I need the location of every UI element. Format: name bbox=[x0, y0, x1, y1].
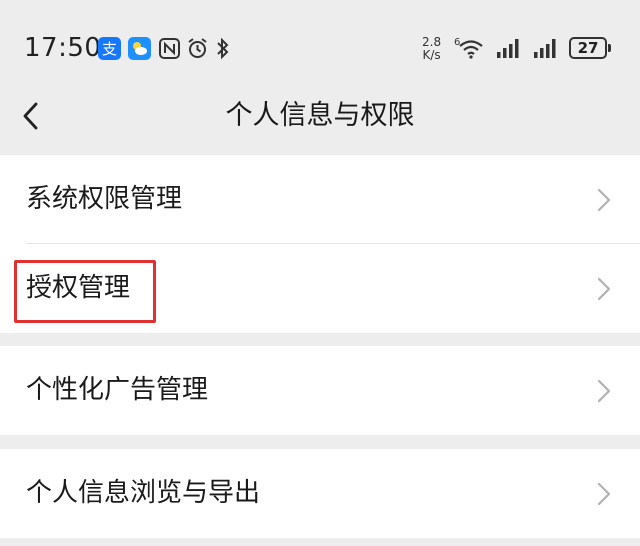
settings-group-permissions: 系统权限管理 授权管理 bbox=[0, 155, 640, 333]
svg-text:6: 6 bbox=[454, 37, 460, 48]
list-item-authorization[interactable]: 授权管理 bbox=[0, 244, 640, 333]
list-item-label: 个性化广告管理 bbox=[26, 375, 209, 405]
network-speed: 2.8 K/s bbox=[422, 36, 441, 62]
chevron-right-icon bbox=[597, 379, 611, 403]
list-item-label: 个人信息浏览与导出 bbox=[26, 478, 261, 508]
nav-bar: 个人信息与权限 bbox=[0, 96, 640, 154]
list-item-info-export[interactable]: 个人信息浏览与导出 bbox=[0, 449, 640, 538]
signal-icon bbox=[533, 38, 559, 62]
svg-text:支: 支 bbox=[102, 40, 117, 58]
status-time: 17:50 bbox=[24, 33, 102, 63]
list-item-label: 授权管理 bbox=[26, 273, 131, 303]
back-button[interactable] bbox=[14, 96, 54, 136]
alarm-icon bbox=[186, 37, 209, 60]
nfc-icon bbox=[158, 37, 181, 60]
list-item-system-permissions[interactable]: 系统权限管理 bbox=[0, 155, 640, 244]
weather-icon bbox=[128, 37, 151, 60]
speed-unit: K/s bbox=[422, 48, 441, 62]
wifi-icon: 6 bbox=[454, 36, 486, 64]
status-bar: 17:50 支 2.8 K/s 6 27 bbox=[0, 0, 640, 96]
settings-group-export: 个人信息浏览与导出 bbox=[0, 449, 640, 538]
list-item-label: 系统权限管理 bbox=[26, 184, 183, 214]
battery-icon: 27 bbox=[569, 37, 607, 59]
signal-icon bbox=[496, 38, 522, 62]
list-item-personalized-ads[interactable]: 个性化广告管理 bbox=[0, 346, 640, 435]
alipay-icon: 支 bbox=[98, 37, 121, 60]
page-title: 个人信息与权限 bbox=[225, 100, 415, 131]
chevron-right-icon bbox=[597, 482, 611, 506]
chevron-left-icon bbox=[23, 102, 38, 130]
bluetooth-icon bbox=[215, 37, 238, 60]
battery-tip bbox=[608, 44, 611, 52]
chevron-right-icon bbox=[597, 188, 611, 212]
settings-group-ads: 个性化广告管理 bbox=[0, 346, 640, 435]
chevron-right-icon bbox=[597, 277, 611, 301]
